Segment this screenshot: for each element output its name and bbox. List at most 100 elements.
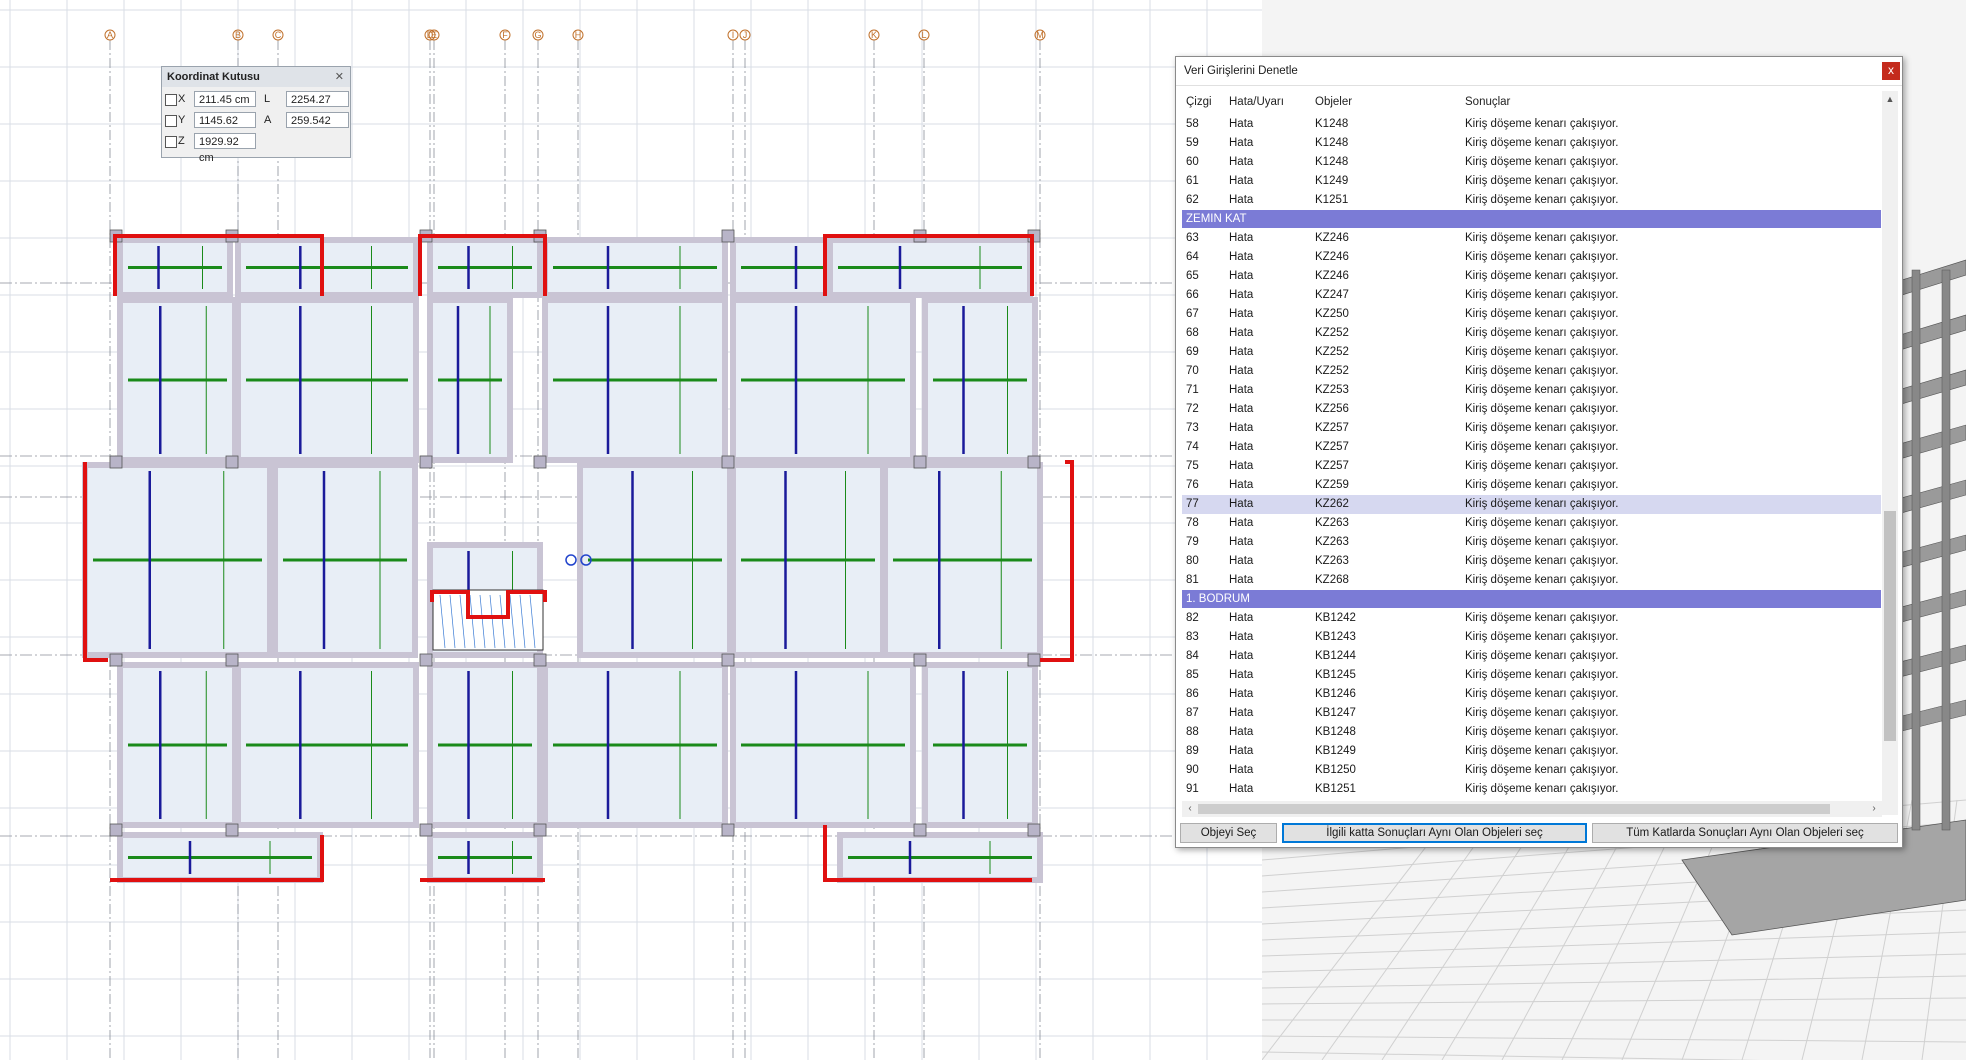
error-type: Hata — [1229, 555, 1254, 567]
column — [225, 653, 239, 667]
result-row[interactable]: 78 Hata KZ263 Kiriş döşeme kenarı çakışıyor… — [1182, 514, 1881, 533]
result-row[interactable]: 69 Hata KZ252 Kiriş döşeme kenarı çakışıyor… — [1182, 343, 1881, 362]
column — [225, 823, 239, 837]
select-all-floors-button[interactable]: Tüm Katlarda Sonuçları Aynı Olan Objeler… — [1592, 823, 1898, 843]
object-id: KZ246 — [1315, 270, 1349, 282]
cad-drawing-area[interactable]: ABCDEFGHIJKLM — [0, 0, 1262, 1060]
result-row[interactable]: 89 Hata KB1249 Kiriş döşeme kenarı çakışıyo… — [1182, 742, 1881, 761]
line-number: 83 — [1186, 631, 1199, 643]
result-text: Kiriş döşeme kenarı çakışıyor. — [1465, 327, 1619, 339]
scroll-left-icon[interactable]: ‹ — [1182, 801, 1198, 817]
object-id: KZ262 — [1315, 498, 1349, 510]
y-lock-checkbox[interactable] — [165, 115, 177, 127]
column-header-results[interactable]: Sonuçlar — [1465, 91, 1510, 113]
coordinate-box[interactable]: Koordinat Kutusu ✕ X 211.45 cm L 2254.27… — [161, 66, 351, 164]
line-number: 70 — [1186, 365, 1199, 377]
y-value-field[interactable]: 1145.62 cm — [194, 112, 256, 143]
result-row[interactable]: 75 Hata KZ257 Kiriş döşeme kenarı çakışıyor… — [1182, 457, 1881, 476]
object-id: KB1242 — [1315, 612, 1356, 624]
column — [533, 823, 547, 837]
results-list[interactable]: Çizgi Hata/Uyarı Objeler Sonuçlar 58 Hata… — [1182, 91, 1881, 817]
line-number: 72 — [1186, 403, 1199, 415]
result-row[interactable]: 91 Hata KB1251 Kiriş döşeme kenarı çakışıyo… — [1182, 780, 1881, 799]
result-row[interactable]: 70 Hata KZ252 Kiriş döşeme kenarı çakışıyor… — [1182, 362, 1881, 381]
result-row[interactable]: 82 Hata KB1242 Kiriş döşeme kenarı çakışıyo… — [1182, 609, 1881, 628]
select-same-floor-button[interactable]: İlgili katta Sonuçları Aynı Olan Objeler… — [1282, 823, 1587, 843]
result-row[interactable]: 62 Hata K1251 Kiriş döşeme kenarı çakışıyor… — [1182, 191, 1881, 210]
object-id: KZ257 — [1315, 441, 1349, 453]
l-value-field[interactable]: 2254.27 cm — [286, 91, 349, 122]
coordinate-box-titlebar[interactable]: Koordinat Kutusu ✕ — [162, 67, 350, 87]
scroll-right-icon[interactable]: › — [1866, 801, 1882, 817]
result-row[interactable]: 65 Hata KZ246 Kiriş döşeme kenarı çakışıyor… — [1182, 267, 1881, 286]
column-header-error[interactable]: Hata/Uyarı — [1229, 91, 1284, 113]
close-icon[interactable]: ✕ — [335, 67, 344, 87]
result-row[interactable]: 85 Hata KB1245 Kiriş döşeme kenarı çakışıyo… — [1182, 666, 1881, 685]
result-text: Kiriş döşeme kenarı çakışıyor. — [1465, 194, 1619, 206]
error-type: Hata — [1229, 118, 1254, 130]
result-row[interactable]: 68 Hata KZ252 Kiriş döşeme kenarı çakışıyor… — [1182, 324, 1881, 343]
result-text: Kiriş döşeme kenarı çakışıyor. — [1465, 441, 1619, 453]
x-value-field[interactable]: 211.45 cm — [194, 91, 256, 107]
object-id: KB1249 — [1315, 745, 1356, 757]
select-object-button[interactable]: Objeyi Seç — [1180, 823, 1277, 843]
line-number: 87 — [1186, 707, 1199, 719]
result-row[interactable]: 84 Hata KB1244 Kiriş döşeme kenarı çakışıyo… — [1182, 647, 1881, 666]
result-row[interactable]: 73 Hata KZ257 Kiriş döşeme kenarı çakışıyor… — [1182, 419, 1881, 438]
result-row[interactable]: 86 Hata KB1246 Kiriş döşeme kenarı çakışıyo… — [1182, 685, 1881, 704]
x-label: X — [178, 93, 186, 105]
result-row[interactable]: 60 Hata K1248 Kiriş döşeme kenarı çakışıyor… — [1182, 153, 1881, 172]
result-row[interactable]: 71 Hata KZ253 Kiriş döşeme kenarı çakışıyor… — [1182, 381, 1881, 400]
floor-plan-drawing[interactable]: A B C DE F G H I J K L M — [0, 0, 1262, 1060]
vertical-scrollbar[interactable]: ▲ — [1882, 91, 1898, 815]
result-row[interactable]: 83 Hata KB1243 Kiriş döşeme kenarı çakışıyo… — [1182, 628, 1881, 647]
line-number: 84 — [1186, 650, 1199, 662]
column-header-line[interactable]: Çizgi — [1186, 91, 1212, 113]
result-text: Kiriş döşeme kenarı çakışıyor. — [1465, 422, 1619, 434]
result-row[interactable]: 80 Hata KZ263 Kiriş döşeme kenarı çakışıyor… — [1182, 552, 1881, 571]
result-text: Kiriş döşeme kenarı çakışıyor. — [1465, 460, 1619, 472]
3d-grid-line — [1262, 997, 1966, 1005]
result-row[interactable]: 79 Hata KZ263 Kiriş döşeme kenarı çakışıyor… — [1182, 533, 1881, 552]
dialog-titlebar[interactable]: Veri Girişlerini Denetle x — [1176, 57, 1902, 86]
error-type: Hata — [1229, 251, 1254, 263]
result-row[interactable]: 61 Hata K1249 Kiriş döşeme kenarı çakışıyor… — [1182, 172, 1881, 191]
line-number: 88 — [1186, 726, 1199, 738]
result-row[interactable]: 59 Hata K1248 Kiriş döşeme kenarı çakışıyor… — [1182, 134, 1881, 153]
result-text: Kiriş döşeme kenarı çakışıyor. — [1465, 555, 1619, 567]
close-icon[interactable]: x — [1882, 62, 1900, 80]
column — [419, 823, 433, 837]
a-value-field[interactable]: 259.542 — [286, 112, 349, 128]
result-row[interactable]: 64 Hata KZ246 Kiriş döşeme kenarı çakışıyor… — [1182, 248, 1881, 267]
scroll-up-icon[interactable]: ▲ — [1882, 91, 1898, 107]
horizontal-scrollbar[interactable]: ‹ › — [1182, 801, 1882, 817]
error-type: Hata — [1229, 764, 1254, 776]
result-row[interactable]: 74 Hata KZ257 Kiriş döşeme kenarı çakışıyor… — [1182, 438, 1881, 457]
dialog-title: Veri Girişlerini Denetle — [1184, 65, 1298, 77]
horizontal-scroll-thumb[interactable] — [1198, 804, 1830, 814]
object-id: KB1247 — [1315, 707, 1356, 719]
axis-label: G — [534, 30, 541, 40]
error-type: Hata — [1229, 403, 1254, 415]
vertical-scroll-thumb[interactable] — [1884, 511, 1896, 741]
result-row[interactable]: 67 Hata KZ250 Kiriş döşeme kenarı çakışıyor… — [1182, 305, 1881, 324]
x-lock-checkbox[interactable] — [165, 94, 177, 106]
result-row[interactable]: 87 Hata KB1247 Kiriş döşeme kenarı çakışıyo… — [1182, 704, 1881, 723]
check-inputs-dialog[interactable]: Veri Girişlerini Denetle x Çizgi Hata/Uy… — [1175, 56, 1903, 848]
result-row[interactable]: 90 Hata KB1250 Kiriş döşeme kenarı çakışıyo… — [1182, 761, 1881, 780]
object-id: KZ252 — [1315, 346, 1349, 358]
result-row[interactable]: 72 Hata KZ256 Kiriş döşeme kenarı çakışıyor… — [1182, 400, 1881, 419]
result-row[interactable]: 66 Hata KZ247 Kiriş döşeme kenarı çakışıyor… — [1182, 286, 1881, 305]
result-row[interactable]: 63 Hata KZ246 Kiriş döşeme kenarı çakışıyor… — [1182, 229, 1881, 248]
error-type: Hata — [1229, 650, 1254, 662]
result-row[interactable]: 76 Hata KZ259 Kiriş döşeme kenarı çakışıyor… — [1182, 476, 1881, 495]
result-row[interactable]: 58 Hata K1248 Kiriş döşeme kenarı çakışıyor… — [1182, 115, 1881, 134]
result-row[interactable]: 81 Hata KZ268 Kiriş döşeme kenarı çakışıyor… — [1182, 571, 1881, 590]
result-row[interactable]: 77 Hata KZ262 Kiriş döşeme kenarı çakışıyor… — [1182, 495, 1881, 514]
result-text: Kiriş döşeme kenarı çakışıyor. — [1465, 574, 1619, 586]
error-type: Hata — [1229, 688, 1254, 700]
z-value-field[interactable]: 1929.92 cm — [194, 133, 256, 164]
column-header-objects[interactable]: Objeler — [1315, 91, 1352, 113]
result-row[interactable]: 88 Hata KB1248 Kiriş döşeme kenarı çakışıyo… — [1182, 723, 1881, 742]
z-lock-checkbox[interactable] — [165, 136, 177, 148]
